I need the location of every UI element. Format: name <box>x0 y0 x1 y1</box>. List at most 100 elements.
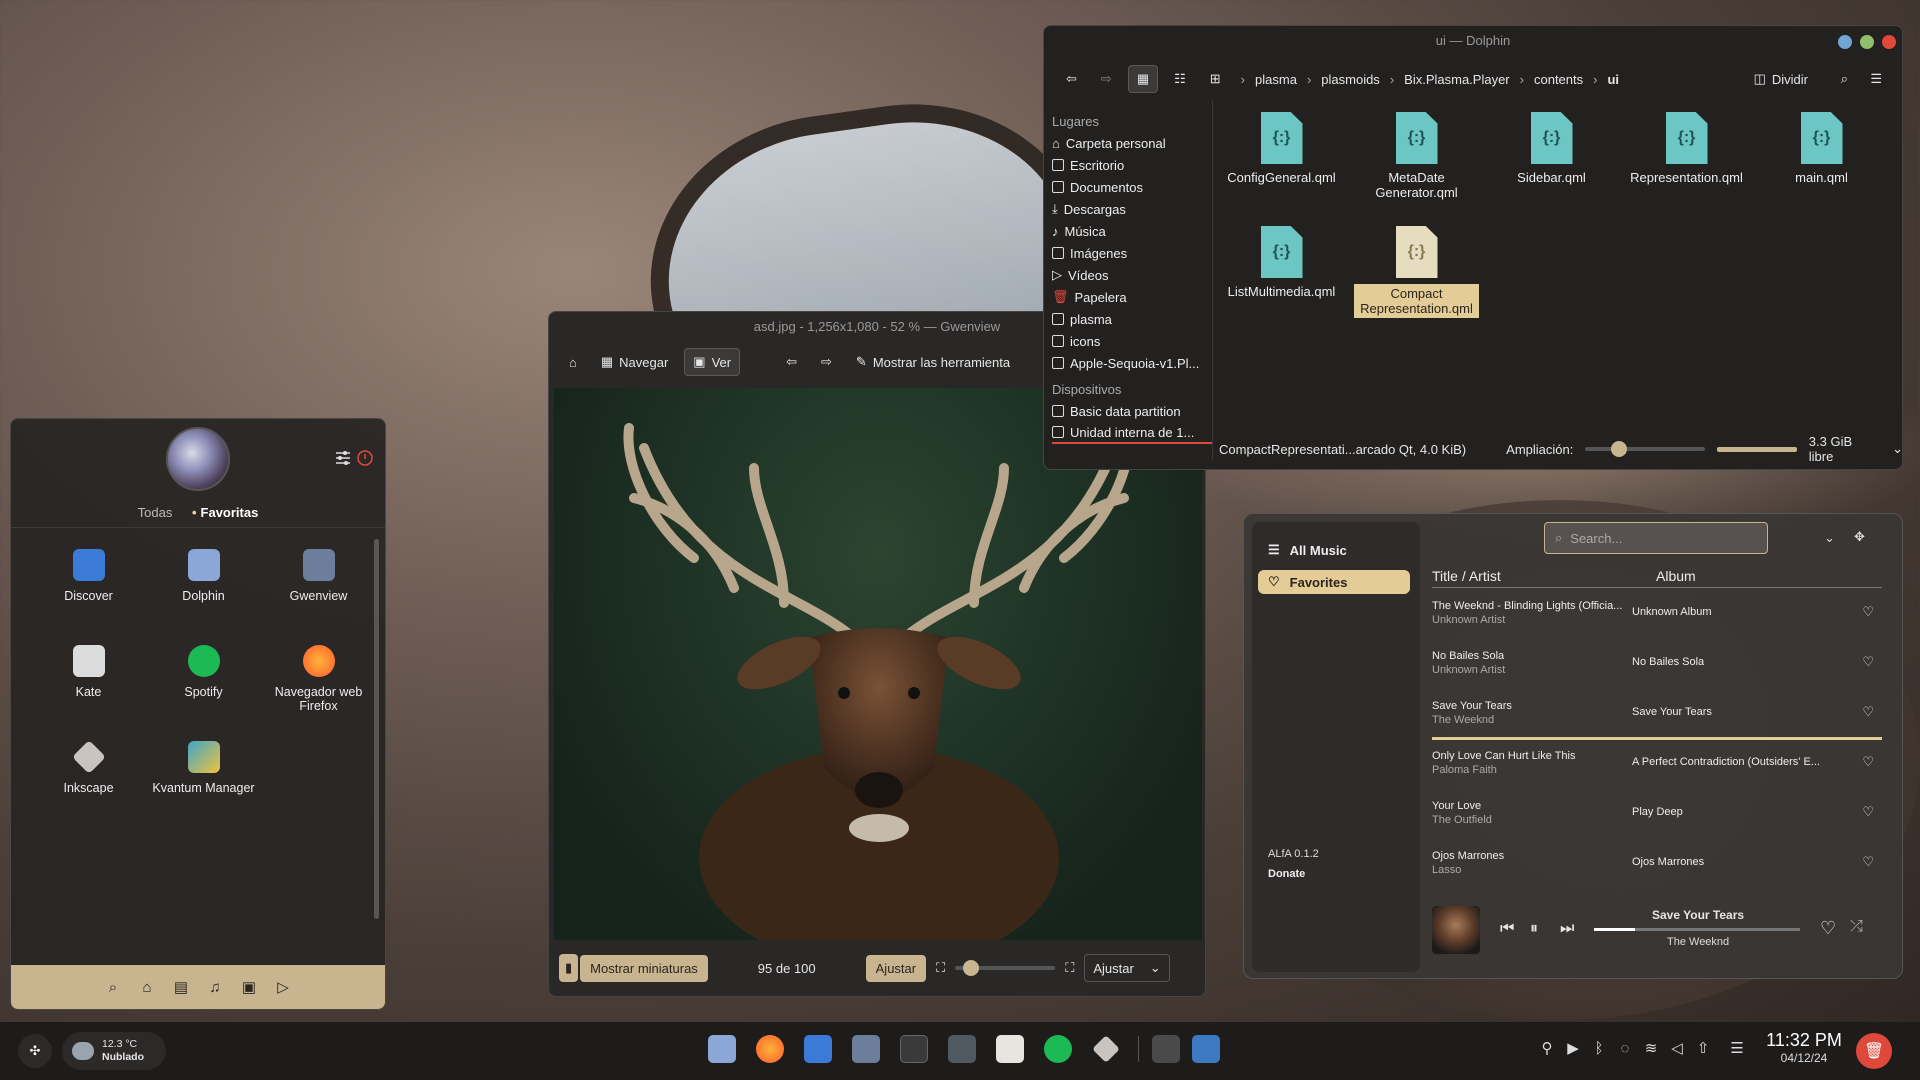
image-icon[interactable]: ▣ <box>239 977 259 997</box>
breadcrumb-item[interactable]: contents <box>1534 72 1583 87</box>
forward-button[interactable]: ⇨ <box>1093 66 1120 92</box>
navigate-button[interactable]: ▦ Navegar <box>593 349 676 375</box>
image-viewer[interactable] <box>554 388 1202 940</box>
home-button[interactable]: ⌂ <box>561 350 585 375</box>
bluetooth-icon[interactable]: ᛒ <box>1590 1039 1608 1057</box>
heart-icon[interactable]: ♡ <box>1862 854 1874 870</box>
zoom-in-icon[interactable]: ⛶ <box>1065 960 1074 976</box>
app-spotify[interactable]: Spotify <box>146 645 261 699</box>
place-item[interactable]: Escritorio <box>1052 154 1217 176</box>
app-dolphin[interactable]: Dolphin <box>146 549 261 603</box>
breadcrumb-item[interactable]: plasmoids <box>1321 72 1380 87</box>
dolphin-icon[interactable] <box>708 1035 736 1063</box>
settings-icon[interactable] <box>334 449 352 467</box>
lightbulb-icon[interactable]: ◌ <box>1616 1039 1634 1057</box>
firefox-icon[interactable] <box>756 1035 784 1063</box>
music-icon[interactable]: ♫ <box>205 977 225 997</box>
place-item[interactable]: plasma <box>1052 308 1217 330</box>
tab-favoritas[interactable]: Favoritas <box>184 503 266 522</box>
track-row[interactable]: Ojos Marrones Lasso Ojos Marrones ♡ <box>1432 844 1882 890</box>
view-button[interactable]: ▣ Ver <box>684 348 741 376</box>
place-item[interactable]: 🗑 Papelera <box>1052 286 1217 308</box>
breadcrumb-item[interactable]: plasma <box>1255 72 1297 87</box>
launcher-button[interactable]: ✣ <box>18 1034 52 1068</box>
track-row-current[interactable]: Save Your Tears The Weeknd Save Your Tears… <box>1432 694 1882 740</box>
chevron-down-icon[interactable]: ⌄ <box>1824 530 1835 546</box>
weather-widget[interactable]: 12.3 °C Nublado <box>62 1032 166 1070</box>
breadcrumb-item[interactable]: Bix.Plasma.Player <box>1404 72 1509 87</box>
app-firefox[interactable]: Navegador web Firefox <box>261 645 376 713</box>
place-item[interactable]: icons <box>1052 330 1217 352</box>
track-row[interactable]: No Bailes Sola Unknown Artist No Bailes So… <box>1432 644 1882 690</box>
sidebar-toggle-button[interactable]: ▮ <box>559 954 579 982</box>
zoom-slider-knob[interactable] <box>963 960 980 976</box>
zoom-slider[interactable] <box>955 960 1056 976</box>
column-album[interactable]: Album <box>1656 568 1696 584</box>
progress-bar[interactable] <box>1594 928 1800 931</box>
place-item[interactable]: ▷ Vídeos <box>1052 264 1217 286</box>
heart-icon[interactable]: ♡ <box>1862 654 1874 670</box>
sidebar-item-all-music[interactable]: ☰ All Music <box>1258 538 1410 562</box>
clock[interactable]: 11:32 PM 04/12/24 <box>1762 1030 1846 1065</box>
file-item[interactable]: {:} Sidebar.qml <box>1489 112 1614 185</box>
gwenview-icon[interactable] <box>852 1035 880 1063</box>
file-item[interactable]: {:} main.qml <box>1759 112 1884 185</box>
place-item[interactable]: Documentos <box>1052 176 1217 198</box>
spotify-icon[interactable] <box>1044 1035 1072 1063</box>
place-item[interactable]: Apple-Sequoia-v1.Pl... <box>1052 352 1217 374</box>
power-icon[interactable] <box>356 449 374 467</box>
app-gwenview[interactable]: Gwenview <box>261 549 376 603</box>
search-input[interactable]: ⌕ Search... <box>1544 522 1768 554</box>
heart-icon[interactable]: ♡ <box>1862 604 1874 620</box>
trash-icon[interactable]: 🗑 <box>1856 1033 1892 1069</box>
app-discover[interactable]: Discover <box>31 549 146 603</box>
file-item[interactable]: {:} ConfigGeneral.qml <box>1219 112 1344 185</box>
shuffle-icon[interactable]: ⤮ <box>1850 918 1863 936</box>
file-item[interactable]: {:} ListMultimedia.qml <box>1219 226 1344 299</box>
settings-window-icon[interactable] <box>1192 1035 1220 1063</box>
place-item[interactable]: ♪ Música <box>1052 220 1217 242</box>
terminal-icon[interactable] <box>900 1035 928 1063</box>
app-inkscape[interactable]: Inkscape <box>31 740 146 795</box>
heart-icon[interactable]: ♡ <box>1820 918 1836 939</box>
place-item[interactable]: ⤓ Descargas <box>1052 198 1217 220</box>
zoom-out-icon[interactable]: ⛶ <box>936 960 945 976</box>
zoom-combobox[interactable]: Ajustar ⌄ <box>1084 954 1170 982</box>
icons-view-button[interactable]: ▦ <box>1127 65 1159 93</box>
file-item[interactable]: {:} MetaDate Generator.qml <box>1354 112 1479 200</box>
column-title[interactable]: Title / Artist <box>1432 568 1656 584</box>
breadcrumb-current[interactable]: ui <box>1607 72 1619 87</box>
chevron-down-icon[interactable]: ⌄ <box>1892 441 1902 457</box>
next-icon[interactable]: ⏭ <box>1560 920 1574 938</box>
split-button[interactable]: ◫ Dividir <box>1746 66 1816 92</box>
maximize-button[interactable] <box>1860 35 1874 49</box>
avatar[interactable] <box>166 427 230 491</box>
search-icon[interactable]: ⌕ <box>103 977 123 997</box>
move-icon[interactable]: ✥ <box>1854 529 1865 545</box>
minimize-button[interactable] <box>1838 35 1852 49</box>
arrow-up-icon[interactable]: ⇧ <box>1694 1039 1712 1057</box>
next-button[interactable]: ⇨ <box>813 349 840 375</box>
play-icon[interactable]: ▷ <box>273 977 293 997</box>
pause-icon[interactable]: ⏸ <box>1530 920 1538 938</box>
tree-view-button[interactable]: ⊞ <box>1202 66 1229 92</box>
previous-icon[interactable]: ⏮ <box>1500 920 1514 938</box>
place-item[interactable]: ⌂ Carpeta personal <box>1052 132 1217 154</box>
close-button[interactable] <box>1882 35 1896 49</box>
free-space-label[interactable]: 3.3 GiB libre <box>1809 434 1880 464</box>
show-thumbnails-button[interactable]: Mostrar miniaturas <box>580 954 708 982</box>
home-icon[interactable]: ⌂ <box>137 977 157 997</box>
window-icon[interactable] <box>1152 1035 1180 1063</box>
sliders-icon[interactable]: ☰ <box>1728 1039 1746 1057</box>
zoom-slider[interactable] <box>1585 441 1706 457</box>
play-icon[interactable]: ▶ <box>1564 1039 1582 1057</box>
track-row[interactable]: The Weeknd - Blinding Lights (Officia...… <box>1432 594 1882 640</box>
place-item[interactable]: Imágenes <box>1052 242 1217 264</box>
document-viewer-icon[interactable] <box>996 1035 1024 1063</box>
file-item[interactable]: {:} Representation.qml <box>1624 112 1749 185</box>
volume-icon[interactable]: ◁ <box>1668 1039 1686 1057</box>
file-item-selected[interactable]: {:} Compact Representation.qml <box>1354 226 1479 318</box>
wifi-icon[interactable]: ≋ <box>1642 1039 1660 1057</box>
donate-link[interactable]: Donate <box>1268 868 1305 880</box>
app-kate[interactable]: Kate <box>31 645 146 699</box>
